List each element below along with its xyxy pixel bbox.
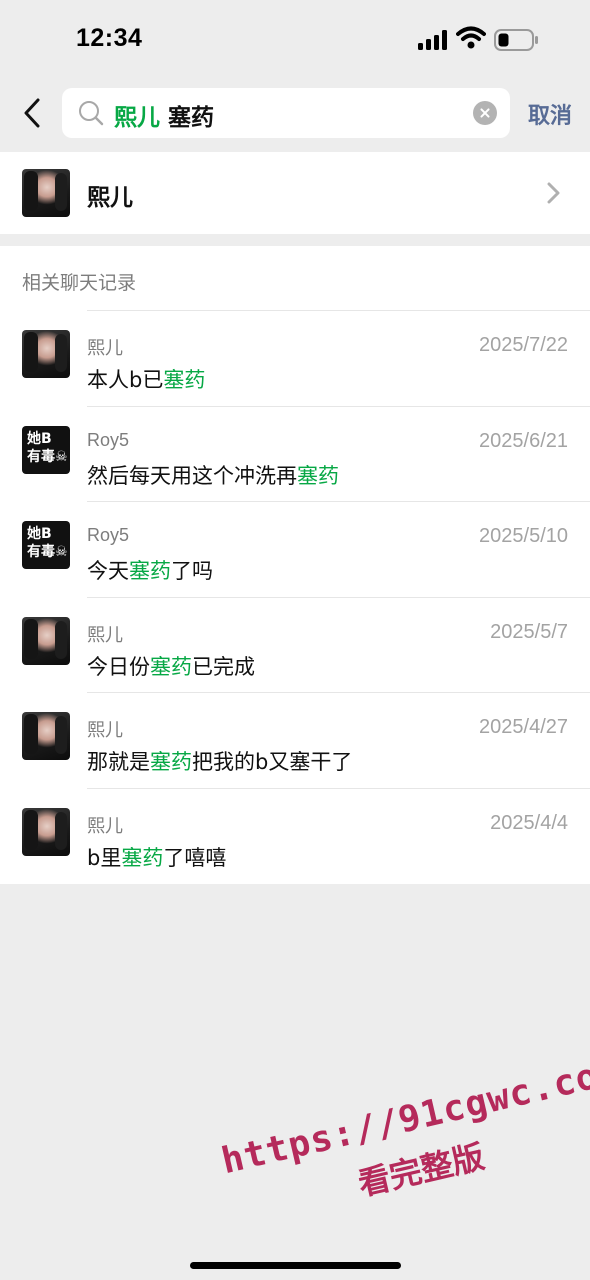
cancel-button[interactable]: 取消 (528, 98, 572, 130)
message-highlight: 塞药 (163, 368, 206, 392)
message-segment: 了吗 (171, 559, 213, 584)
avatar (22, 712, 70, 761)
avatar-text-line: 她B (27, 526, 52, 543)
search-bar: 熙儿 塞药 取消 (0, 86, 590, 140)
home-indicator (190, 1262, 401, 1269)
chat-record-row[interactable]: 熙儿 2025/4/27 那就是塞药把我的b又塞干了 (0, 692, 590, 788)
chat-record-row[interactable]: 熙儿 2025/7/22 本人b已塞药 (0, 310, 590, 406)
message-date: 2025/5/10 (479, 525, 568, 548)
message-date: 2025/4/4 (490, 812, 568, 834)
message-highlight: 塞药 (129, 559, 171, 584)
message-date: 2025/6/21 (479, 429, 568, 452)
message-highlight: 塞药 (150, 654, 192, 679)
avatar: 她B 有毒☠ (22, 425, 70, 474)
message-text: 今天塞药了吗 (87, 555, 213, 585)
avatar (22, 616, 70, 665)
message-segment: 已完成 (192, 654, 255, 679)
avatar-text-line: 有毒☠ (27, 448, 68, 465)
message-segment: b里 (87, 846, 122, 870)
avatar-text-line: 她B (27, 430, 52, 447)
message-segment: 今天 (87, 559, 129, 584)
watermark: https://91cgwc.com 看完整版 (209, 1025, 590, 1230)
message-date: 2025/5/7 (490, 620, 568, 643)
sender-name: Roy5 (87, 525, 130, 546)
sender-name: Roy5 (87, 429, 130, 450)
message-segment: 把我的b又塞干了 (192, 750, 353, 775)
row-divider (87, 692, 590, 694)
sender-name: 熙儿 (87, 720, 123, 741)
wifi-icon (456, 26, 486, 49)
chat-record-row[interactable]: 她B 有毒☠ Roy5 2025/6/21 然后每天用这个冲洗再塞药 (0, 405, 590, 502)
avatar (22, 808, 70, 856)
avatar (22, 330, 70, 378)
message-segment: 然后每天用这个冲洗再 (87, 463, 297, 488)
chevron-right-icon (547, 182, 560, 204)
avatar: 她B 有毒☠ (22, 521, 70, 570)
status-bar: 12:34 (0, 0, 590, 76)
sender-name: 熙儿 (87, 624, 123, 645)
chat-record-row[interactable]: 她B 有毒☠ Roy5 2025/5/10 今天塞药了吗 (0, 501, 590, 597)
message-text: 然后每天用这个冲洗再塞药 (87, 460, 339, 490)
row-divider (87, 596, 590, 598)
message-date: 2025/4/27 (479, 716, 568, 739)
clear-icon[interactable] (473, 101, 497, 125)
battery-icon (494, 29, 538, 51)
cellular-signal-icon (418, 30, 447, 50)
row-divider (87, 501, 590, 503)
row-divider (87, 405, 590, 407)
message-highlight: 塞药 (121, 846, 164, 870)
message-segment: 那就是 (87, 750, 150, 775)
back-icon[interactable] (18, 96, 48, 130)
message-text: 今日份塞药已完成 (87, 651, 255, 681)
sender-name: 熙儿 (87, 816, 123, 836)
search-query: 熙儿 塞药 (114, 98, 214, 132)
message-text: b里塞药了嘻嘻 (87, 842, 226, 872)
avatar-text-line: 有毒☠ (27, 544, 68, 561)
message-highlight: 塞药 (297, 463, 339, 488)
message-segment: 本人b已 (87, 368, 164, 392)
chat-record-row[interactable]: 熙儿 2025/5/7 今日份塞药已完成 (0, 596, 590, 693)
message-segment: 今日份 (87, 654, 150, 679)
related-chat-records: 相关聊天记录 熙儿 2025/7/22 本人b已塞药 她B 有毒☠ Roy5 2025/6/… (0, 246, 590, 884)
search-keyword-tag[interactable]: 熙儿 (114, 105, 160, 131)
contact-name: 熙儿 (87, 185, 133, 211)
contact-result[interactable]: 熙儿 (0, 152, 590, 234)
avatar (22, 169, 70, 217)
row-divider (87, 788, 590, 789)
chat-record-row[interactable]: 熙儿 2025/4/4 b里塞药了嘻嘻 (0, 788, 590, 884)
status-time: 12:34 (76, 24, 143, 52)
search-query-text: 塞药 (168, 105, 214, 131)
search-input[interactable]: 熙儿 塞药 (62, 88, 510, 138)
message-date: 2025/7/22 (479, 334, 568, 356)
message-text: 那就是塞药把我的b又塞干了 (87, 746, 352, 776)
search-icon (79, 101, 104, 126)
message-highlight: 塞药 (150, 750, 192, 775)
sender-name: 熙儿 (87, 338, 123, 358)
message-text: 本人b已塞药 (87, 364, 205, 394)
section-title: 相关聊天记录 (22, 272, 137, 294)
message-segment: 了嘻嘻 (163, 846, 227, 870)
row-divider (87, 310, 590, 311)
